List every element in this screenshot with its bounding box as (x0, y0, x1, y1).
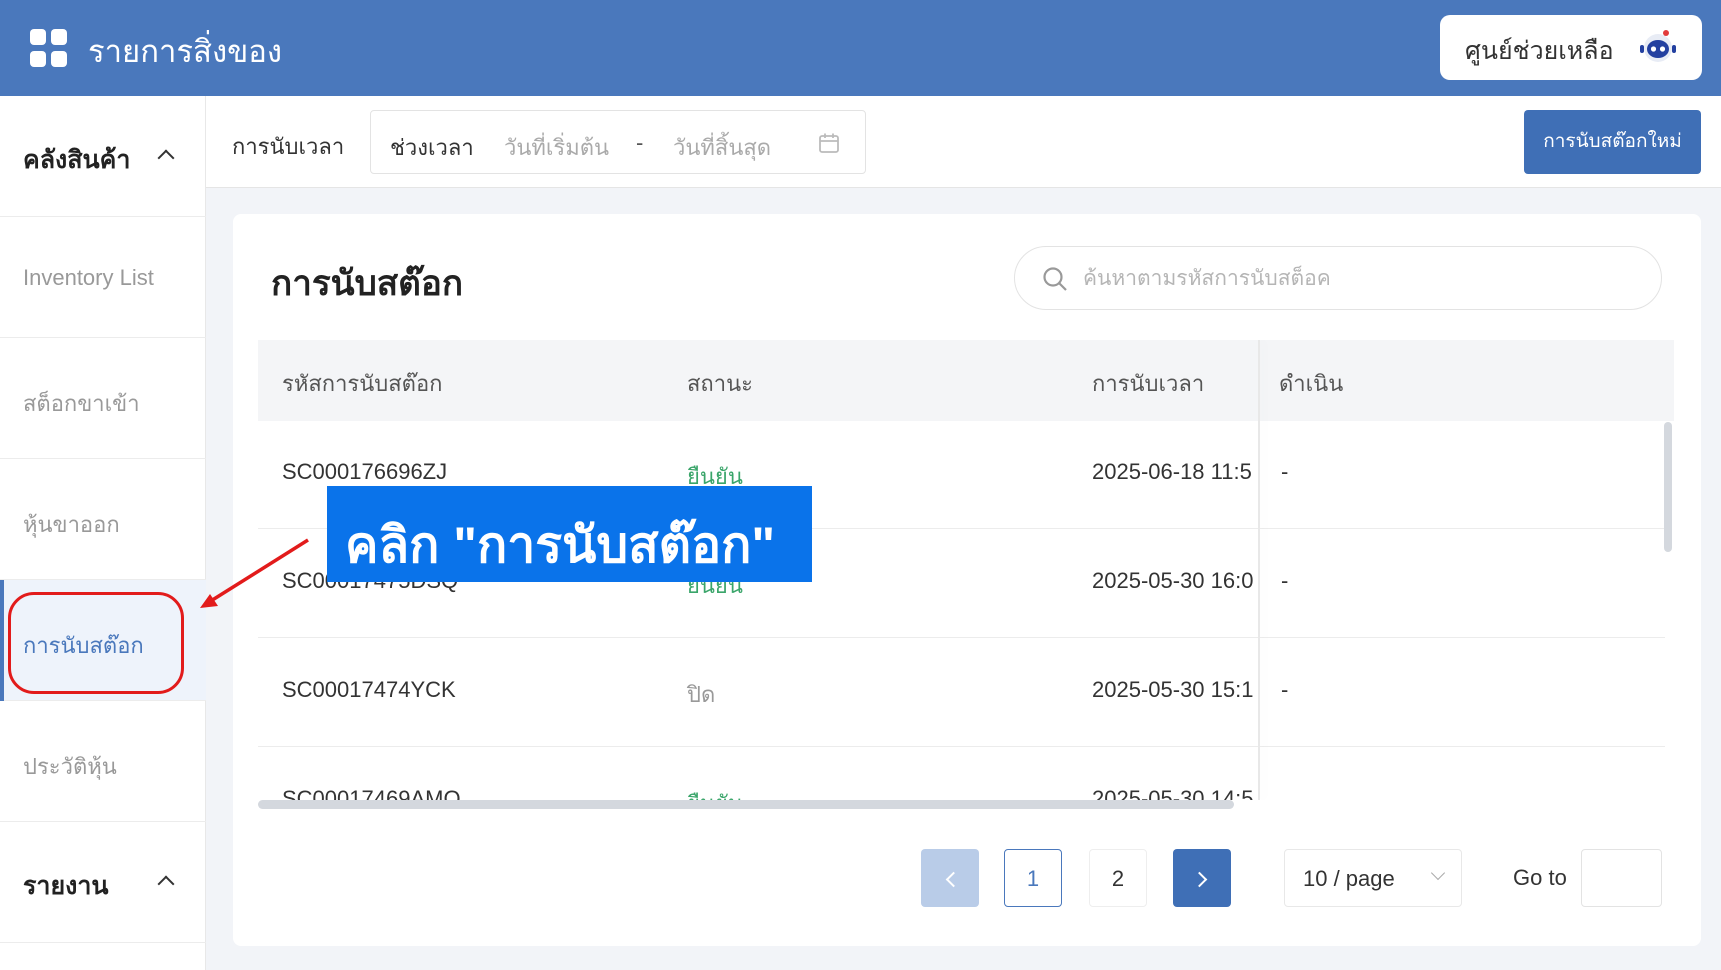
callout-text: คลิก "การนับสต๊อก" (345, 517, 776, 573)
sidebar: คลังสินค้า Inventory List สต็อกขาเข้า หุ… (0, 96, 206, 970)
page-size-select[interactable]: 10 / page (1284, 849, 1462, 907)
row-code: SC00017474YCK (282, 677, 456, 702)
row-time: 2025-05-30 15:1 (1092, 677, 1254, 702)
search-box[interactable] (1014, 246, 1662, 310)
range-separator: - (636, 130, 644, 155)
row-status: ยืนยัน (687, 786, 743, 800)
vertical-scrollbar[interactable] (1664, 422, 1672, 552)
highlight-ring (8, 592, 184, 694)
row-action: - (1281, 568, 1289, 593)
goto-page-input[interactable] (1581, 849, 1662, 907)
column-header-status[interactable]: สถานะ (687, 366, 753, 401)
row-time: 2025-05-30 14:5 (1092, 786, 1254, 800)
page-title: การนับสต๊อก (271, 264, 464, 303)
chevron-up-icon (157, 875, 175, 893)
help-center-label: ศูนย์ช่วยเหลือ (1465, 37, 1614, 65)
column-header-action: ดำเนิน (1279, 371, 1344, 396)
row-time: 2025-05-30 16:0 (1092, 568, 1254, 593)
top-header: รายการสิ่งของ ศูนย์ช่วยเหลือ (0, 0, 1721, 96)
tutorial-callout: คลิก "การนับสต๊อก" (327, 486, 812, 582)
page-1-button[interactable]: 1 (1004, 849, 1062, 907)
table-header: รหัสการนับสต๊อก สถานะ การนับเวลา ดำเนิน (258, 340, 1674, 421)
sidebar-item-stock-out[interactable]: หุ้นขาออก (0, 459, 206, 580)
robot-assistant-icon (1640, 30, 1676, 62)
row-time: 2025-06-18 11:5 (1092, 459, 1252, 484)
start-date-field[interactable]: วันที่เริ่มต้น (504, 130, 609, 165)
horizontal-scrollbar[interactable] (258, 800, 1234, 809)
sidebar-item-label: สต็อกขาเข้า (23, 391, 140, 416)
chevron-left-icon (945, 871, 961, 888)
row-code: SC00017469AMQ (282, 786, 461, 800)
app-title: รายการสิ่งของ (88, 34, 283, 69)
calendar-icon[interactable] (817, 131, 841, 155)
chevron-down-icon (1430, 865, 1446, 881)
sidebar-group-label: คลังสินค้า (23, 146, 131, 174)
help-center-button[interactable]: ศูนย์ช่วยเหลือ (1440, 15, 1702, 80)
sidebar-group-warehouse[interactable]: คลังสินค้า (0, 96, 206, 217)
row-status: ปิด (687, 682, 716, 707)
sidebar-group-reports[interactable]: รายงาน (0, 822, 206, 943)
apps-grid-icon[interactable] (30, 29, 68, 67)
end-date-field[interactable]: วันที่สิ้นสุด (673, 130, 771, 165)
chevron-right-icon (1191, 871, 1207, 888)
pointer-arrow-icon (200, 538, 309, 608)
fixed-column-divider (1258, 340, 1260, 800)
filter-toolbar: การนับเวลา ช่วงเวลา วันที่เริ่มต้น - วัน… (206, 96, 1721, 188)
next-page-button[interactable] (1173, 849, 1231, 907)
goto-label: Go to (1513, 865, 1567, 890)
chevron-up-icon (157, 149, 175, 167)
range-label: ช่วงเวลา (390, 135, 474, 160)
search-icon (1043, 267, 1067, 291)
sidebar-item-label: Inventory List (23, 265, 154, 290)
table-row[interactable]: SC00017474YCK ปิด 2025-05-30 15:1 - (258, 639, 1665, 747)
row-action: - (1281, 677, 1289, 702)
sidebar-item-stock-history[interactable]: ประวัติหุ้น (0, 701, 206, 822)
sidebar-group-label: รายงาน (23, 872, 109, 900)
page-size-value: 10 / page (1303, 866, 1395, 891)
page-2-button[interactable]: 2 (1089, 849, 1147, 907)
active-indicator (0, 580, 4, 701)
sidebar-item-label: ประวัติหุ้น (23, 754, 117, 779)
sidebar-item-stock-in[interactable]: สต็อกขาเข้า (0, 338, 206, 459)
date-range-picker[interactable]: ช่วงเวลา วันที่เริ่มต้น - วันที่สิ้นสุด (370, 110, 866, 174)
column-header-time[interactable]: การนับเวลา (1092, 366, 1204, 401)
table-row[interactable]: SC00017469AMQ ยืนยัน 2025-05-30 14:5 (258, 748, 1665, 800)
prev-page-button[interactable] (921, 849, 979, 907)
new-stock-count-button[interactable]: การนับสต๊อกใหม่ (1524, 110, 1701, 174)
column-header-code[interactable]: รหัสการนับสต๊อก (282, 366, 443, 401)
row-code: SC000176696ZJ (282, 459, 448, 484)
time-filter-label: การนับเวลา (232, 134, 345, 159)
sidebar-item-label: หุ้นขาออก (23, 512, 120, 537)
search-input[interactable] (1083, 261, 1643, 297)
row-action: - (1281, 459, 1289, 484)
sidebar-item-inventory-list[interactable]: Inventory List (0, 217, 206, 338)
